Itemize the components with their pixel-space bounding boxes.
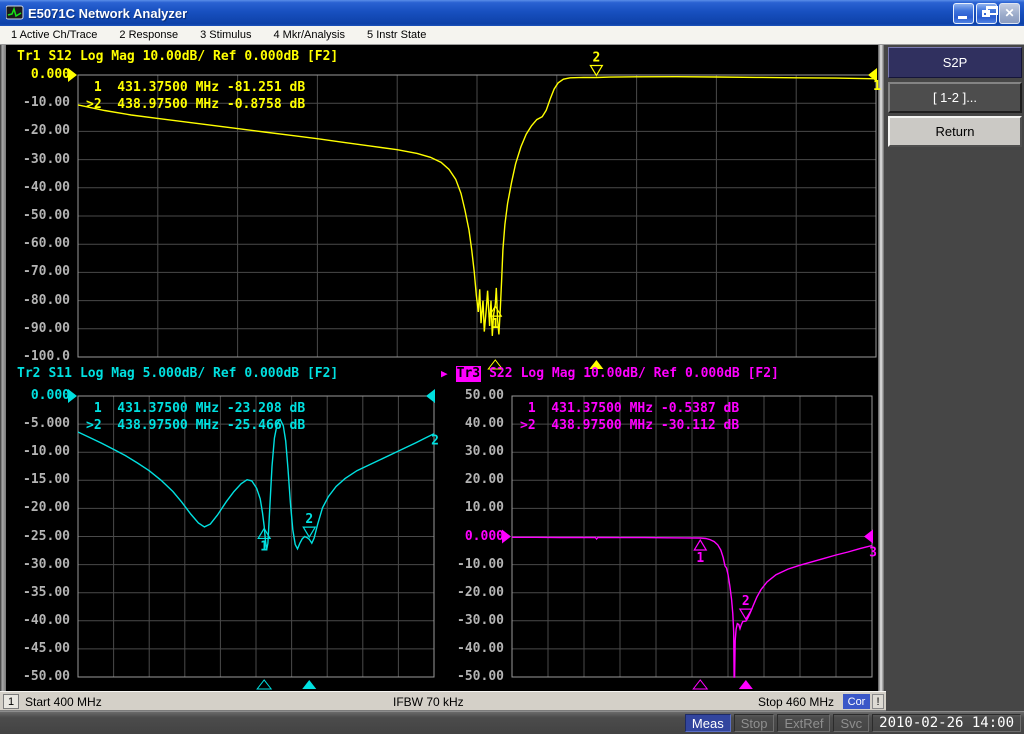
softkey-1-2-ports[interactable]: [ 1-2 ]... — [888, 82, 1022, 113]
trace3-header[interactable]: ▶ Tr3 S22 Log Mag 10.00dB/ Ref 0.000dB [F2] — [441, 366, 779, 382]
alert-badge: ! — [872, 694, 884, 709]
stop-indicator: Stop — [734, 714, 775, 732]
trace3-param: S22 — [489, 366, 512, 382]
trace1-name: Tr1 — [17, 49, 40, 65]
maximize-button[interactable] — [976, 3, 997, 24]
menu-mkr-analysis[interactable]: 4 Mkr/Analysis — [262, 26, 356, 44]
channel-indicator: 1 — [3, 694, 19, 709]
meas-indicator: Meas — [685, 714, 731, 732]
menu-instr-state[interactable]: 5 Instr State — [356, 26, 437, 44]
menu-active-ch-trace[interactable]: 1 Active Ch/Trace — [0, 26, 108, 44]
app-window: E5071C Network Analyzer ✕ 1 Active Ch/Tr… — [0, 0, 1024, 734]
instrument-statusbar: Meas Stop ExtRef Svc 2010-02-26 14:00 — [0, 711, 1024, 734]
correction-badge: Cor — [843, 694, 870, 709]
menubar: 1 Active Ch/Trace 2 Response 3 Stimulus … — [0, 26, 1024, 45]
close-button[interactable]: ✕ — [999, 3, 1020, 24]
softkey-menu-title: S2P — [888, 47, 1022, 78]
trace2-param: S11 — [48, 366, 71, 382]
softkey-return[interactable]: Return — [888, 116, 1022, 147]
window-titlebar: E5071C Network Analyzer ✕ — [0, 0, 1024, 26]
softkey-sidebar: S2P [ 1-2 ]... Return — [884, 45, 1024, 711]
restore-icon — [982, 10, 990, 17]
trace1-scale: Log Mag 10.00dB/ Ref 0.000dB [F2] — [80, 49, 338, 65]
window-title: E5071C Network Analyzer — [28, 6, 951, 21]
svc-indicator: Svc — [833, 714, 869, 732]
trace3-scale: Log Mag 10.00dB/ Ref 0.000dB [F2] — [521, 366, 779, 382]
trace1-header[interactable]: Tr1 S12 Log Mag 10.00dB/ Ref 0.000dB [F2] — [17, 49, 338, 65]
stop-frequency-label: Stop 460 MHz — [758, 695, 834, 709]
minimize-icon — [958, 16, 967, 19]
trace1-param: S12 — [48, 49, 71, 65]
trace3-name: Tr3 — [456, 366, 481, 382]
trace2-name: Tr2 — [17, 366, 40, 382]
trace2-header[interactable]: Tr2 S11 Log Mag 5.000dB/ Ref 0.000dB [F2] — [17, 366, 338, 382]
minimize-button[interactable] — [953, 3, 974, 24]
datetime-display: 2010-02-26 14:00 — [872, 714, 1021, 732]
statusbar: 1 Start 400 MHz IFBW 70 kHz Stop 460 MHz… — [0, 691, 886, 711]
trace2-scale: Log Mag 5.000dB/ Ref 0.000dB [F2] — [80, 366, 338, 382]
extref-indicator: ExtRef — [777, 714, 830, 732]
start-frequency-label: Start 400 MHz — [25, 695, 102, 709]
menu-response[interactable]: 2 Response — [108, 26, 189, 44]
close-icon: ✕ — [1004, 7, 1014, 19]
active-trace-arrow: ▶ — [441, 367, 448, 381]
ifbw-label: IFBW 70 kHz — [393, 695, 464, 709]
app-icon — [6, 5, 24, 21]
menu-stimulus[interactable]: 3 Stimulus — [189, 26, 262, 44]
